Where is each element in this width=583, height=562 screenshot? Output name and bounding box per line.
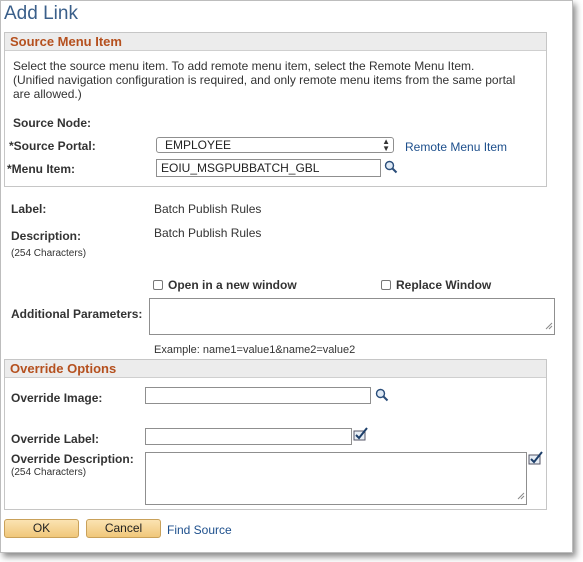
replace-window-checkbox[interactable]: [381, 280, 391, 290]
source-portal-select[interactable]: EMPLOYEE ▲ ▼: [156, 137, 394, 153]
remote-menu-item-link[interactable]: Remote Menu Item: [405, 140, 507, 154]
override-label-label: Override Label:: [11, 432, 100, 446]
description-value: Batch Publish Rules: [154, 226, 262, 240]
instruction-line-1: Select the source menu item. To add remo…: [13, 59, 475, 73]
cancel-button[interactable]: Cancel: [86, 519, 161, 538]
source-menu-item-header: Source Menu Item: [5, 33, 546, 51]
select-arrows-icon: ▲ ▼: [382, 137, 390, 153]
menu-item-label: *Menu Item:: [7, 162, 76, 176]
label-label: Label:: [11, 202, 47, 216]
source-portal-label: *Source Portal:: [9, 139, 96, 153]
resize-handle-icon[interactable]: [517, 489, 525, 503]
description-label: Description:: [11, 229, 82, 243]
ok-button[interactable]: OK: [4, 519, 79, 538]
menu-item-input[interactable]: EOIU_MSGPUBBATCH_GBL: [156, 159, 381, 177]
source-menu-item-group: Source Menu Item Select the source menu …: [4, 32, 547, 187]
find-source-link[interactable]: Find Source: [167, 523, 232, 537]
override-description-label: Override Description:: [11, 452, 134, 466]
add-link-page: Add Link Source Menu Item Select the sou…: [0, 0, 573, 553]
resize-handle-icon[interactable]: [545, 319, 553, 333]
open-new-window-checkbox[interactable]: [153, 280, 163, 290]
override-description-textarea[interactable]: [145, 452, 527, 505]
override-description-spellcheck-icon[interactable]: [528, 450, 544, 469]
override-image-input[interactable]: [145, 387, 371, 404]
source-node-label: Source Node:: [13, 116, 92, 130]
override-options-group: Override Options Override Image: Overrid…: [4, 359, 547, 510]
override-image-lookup-icon[interactable]: [375, 388, 389, 405]
description-hint: (254 Characters): [11, 248, 87, 259]
instruction-line-3: are allowed.): [13, 87, 82, 101]
instructions: Select the source menu item. To add remo…: [13, 59, 515, 101]
menu-item-lookup-icon[interactable]: [384, 160, 398, 177]
page-title: Add Link: [4, 3, 78, 24]
additional-parameters-textarea[interactable]: [149, 298, 555, 335]
override-image-label: Override Image:: [11, 391, 103, 405]
additional-parameters-label: Additional Parameters:: [11, 307, 143, 321]
override-label-input[interactable]: [145, 428, 352, 445]
open-new-window-label[interactable]: Open in a new window: [168, 278, 297, 292]
override-description-hint: (254 Characters): [11, 467, 87, 478]
instruction-line-2: (Unified navigation configuration is req…: [13, 73, 516, 87]
source-portal-value: EMPLOYEE: [165, 138, 232, 152]
override-label-spellcheck-icon[interactable]: [353, 426, 369, 445]
replace-window-label[interactable]: Replace Window: [396, 278, 491, 292]
example-text: Example: name1=value1&name2=value2: [154, 344, 356, 356]
label-value: Batch Publish Rules: [154, 202, 262, 216]
override-options-header: Override Options: [5, 360, 546, 378]
